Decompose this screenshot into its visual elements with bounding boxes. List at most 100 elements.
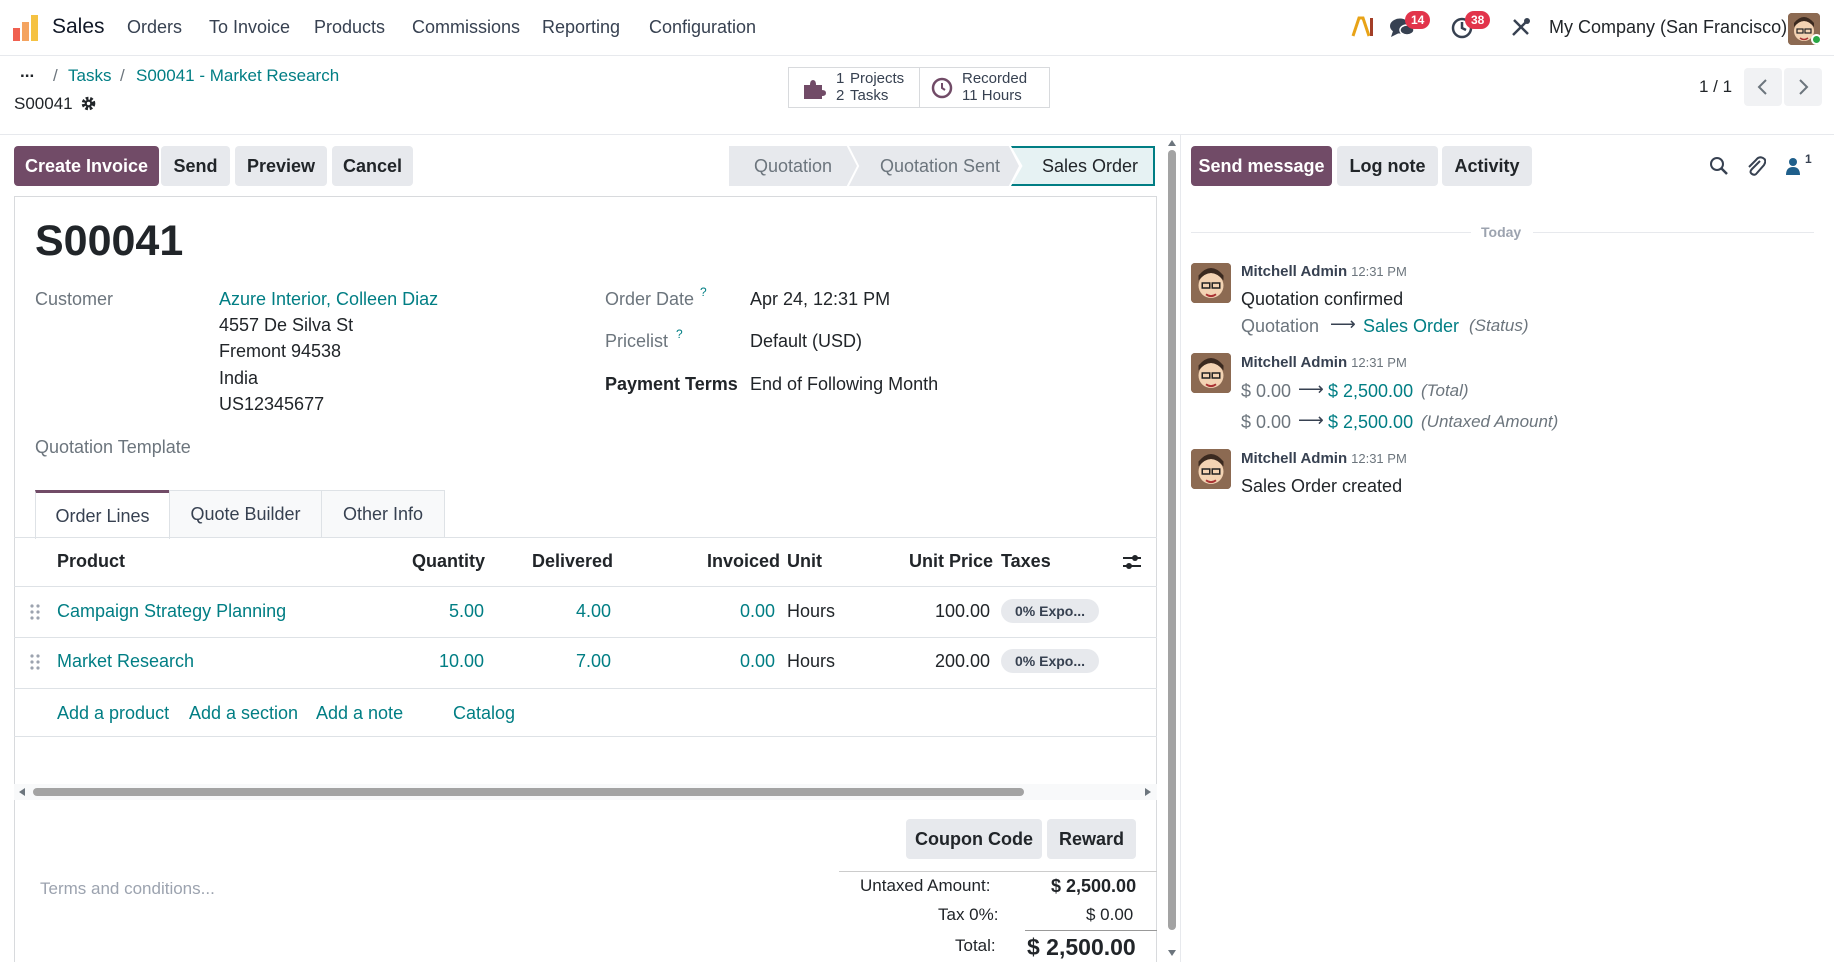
tracking-new-value: Sales Order	[1363, 316, 1460, 336]
date-separator-line	[1191, 232, 1471, 233]
column-delivered[interactable]: Delivered	[532, 551, 613, 572]
terms-input[interactable]: Terms and conditions...	[40, 879, 215, 899]
breadcrumb-ellipsis[interactable]: ...	[20, 62, 34, 82]
order-date-value[interactable]: Apr 24, 12:31 PM	[750, 289, 890, 310]
horizontal-scrollbar[interactable]	[14, 784, 1157, 800]
tab-quote-builder[interactable]: Quote Builder	[169, 490, 322, 538]
gear-icon[interactable]	[80, 95, 97, 112]
create-invoice-button[interactable]: Create Invoice	[14, 146, 159, 186]
pricelist-value[interactable]: Default (USD)	[750, 331, 862, 352]
status-quotation[interactable]: Quotation	[729, 146, 857, 186]
vertical-scrollbar[interactable]	[1166, 138, 1178, 962]
author-avatar[interactable]	[1191, 449, 1231, 489]
scroll-right-icon[interactable]	[1144, 788, 1152, 796]
column-quantity[interactable]: Quantity	[412, 551, 485, 572]
status-quotation-sent[interactable]: Quotation Sent	[849, 146, 1019, 186]
arrow-right-icon: ⟶	[1330, 314, 1356, 334]
column-unit-price[interactable]: Unit Price	[909, 551, 993, 572]
row-unit-price[interactable]: 200.00	[935, 651, 990, 672]
scroll-up-icon[interactable]	[1168, 140, 1176, 146]
sales-app-icon[interactable]	[12, 14, 40, 42]
row-tax-tag[interactable]: 0% Expo...	[1001, 599, 1099, 623]
column-taxes[interactable]: Taxes	[1001, 551, 1051, 572]
author-name[interactable]: Mitchell Admin	[1241, 263, 1347, 280]
ai-assistant-icon[interactable]	[1351, 16, 1375, 38]
pager-next-button[interactable]	[1784, 68, 1822, 106]
pager-value[interactable]: 1 / 1	[1699, 77, 1732, 97]
search-icon[interactable]	[1709, 156, 1729, 176]
optional-columns-icon[interactable]	[1122, 553, 1142, 571]
row-tax-tag[interactable]: 0% Expo...	[1001, 649, 1099, 673]
author-avatar[interactable]	[1191, 263, 1231, 303]
recorded-hours-smart-button[interactable]: Recorded 11 Hours	[919, 67, 1050, 108]
log-note-button[interactable]: Log note	[1337, 146, 1438, 186]
vertical-scroll-thumb[interactable]	[1168, 150, 1176, 930]
followers-icon[interactable]	[1784, 156, 1802, 176]
row-invoiced[interactable]: 0.00	[740, 601, 775, 622]
projects-tasks-smart-button[interactable]: 1 Projects 2 Tasks	[788, 67, 920, 108]
message-author[interactable]: Mitchell Admin 12:31 PM	[1241, 263, 1407, 280]
activity-button[interactable]: Activity	[1442, 146, 1532, 186]
pricelist-help[interactable]: ?	[676, 327, 683, 341]
paperclip-icon[interactable]	[1746, 155, 1766, 177]
author-avatar[interactable]	[1191, 353, 1231, 393]
app-name[interactable]: Sales	[52, 15, 105, 39]
row-unit[interactable]: Hours	[787, 601, 835, 622]
cancel-button[interactable]: Cancel	[332, 146, 413, 186]
row-invoiced[interactable]: 0.00	[740, 651, 775, 672]
company-switcher[interactable]: My Company (San Francisco)	[1549, 17, 1787, 38]
row-unit-price[interactable]: 100.00	[935, 601, 990, 622]
menu-configuration[interactable]: Configuration	[649, 17, 756, 38]
menu-orders[interactable]: Orders	[127, 17, 182, 38]
author-name[interactable]: Mitchell Admin	[1241, 450, 1347, 467]
row-product[interactable]: Market Research	[57, 651, 194, 672]
debug-tools-icon[interactable]	[1511, 17, 1531, 37]
message-body: Quotation confirmed	[1241, 289, 1404, 309]
breadcrumb-tasks[interactable]: Tasks	[68, 66, 111, 86]
customer-name-link[interactable]: Azure Interior, Colleen Diaz	[219, 289, 438, 310]
send-button[interactable]: Send	[161, 146, 230, 186]
quotation-template-field[interactable]	[219, 434, 559, 462]
tab-order-lines[interactable]: Order Lines	[35, 490, 170, 539]
menu-commissions[interactable]: Commissions	[412, 17, 520, 38]
message-author[interactable]: Mitchell Admin 12:31 PM	[1241, 354, 1407, 371]
send-message-button[interactable]: Send message	[1191, 146, 1332, 186]
tracking-new-value: $ 2,500.00	[1328, 381, 1414, 401]
payment-terms-value[interactable]: End of Following Month	[750, 374, 938, 395]
author-name[interactable]: Mitchell Admin	[1241, 354, 1347, 371]
add-note-link[interactable]: Add a note	[316, 703, 403, 724]
tracking-field-name: (Status)	[1469, 316, 1529, 335]
menu-to-invoice[interactable]: To Invoice	[209, 17, 290, 38]
row-delivered[interactable]: 4.00	[576, 601, 611, 622]
order-date-label: Order Date	[605, 289, 695, 309]
row-quantity[interactable]: 5.00	[449, 601, 484, 622]
catalog-link[interactable]: Catalog	[453, 703, 515, 724]
menu-reporting[interactable]: Reporting	[542, 17, 620, 38]
reward-button[interactable]: Reward	[1047, 819, 1136, 859]
breadcrumb-record[interactable]: S00041 - Market Research	[136, 66, 339, 86]
coupon-code-button[interactable]: Coupon Code	[906, 819, 1042, 859]
menu-products[interactable]: Products	[314, 17, 385, 38]
column-product[interactable]: Product	[57, 551, 125, 572]
add-product-link[interactable]: Add a product	[57, 703, 169, 724]
row-delivered[interactable]: 7.00	[576, 651, 611, 672]
add-section-link[interactable]: Add a section	[189, 703, 298, 724]
row-product[interactable]: Campaign Strategy Planning	[57, 601, 286, 622]
untaxed-amount-value: $ 2,500.00	[1051, 876, 1137, 896]
tracking-field-name: (Total)	[1421, 381, 1469, 400]
column-invoiced[interactable]: Invoiced	[707, 551, 780, 572]
order-date-help[interactable]: ?	[700, 285, 707, 299]
message-author[interactable]: Mitchell Admin 12:31 PM	[1241, 450, 1407, 467]
drag-handle-icon[interactable]	[29, 603, 41, 621]
column-unit[interactable]: Unit	[787, 551, 822, 572]
preview-button[interactable]: Preview	[235, 146, 327, 186]
row-quantity[interactable]: 10.00	[439, 651, 484, 672]
scroll-down-icon[interactable]	[1168, 950, 1176, 956]
pager-previous-button[interactable]	[1744, 68, 1782, 106]
drag-handle-icon[interactable]	[29, 653, 41, 671]
scroll-left-icon[interactable]	[18, 788, 26, 796]
status-sales-order[interactable]: Sales Order	[1011, 146, 1155, 186]
tab-other-info[interactable]: Other Info	[321, 490, 445, 538]
row-unit[interactable]: Hours	[787, 651, 835, 672]
horizontal-scroll-thumb[interactable]	[33, 788, 1024, 796]
